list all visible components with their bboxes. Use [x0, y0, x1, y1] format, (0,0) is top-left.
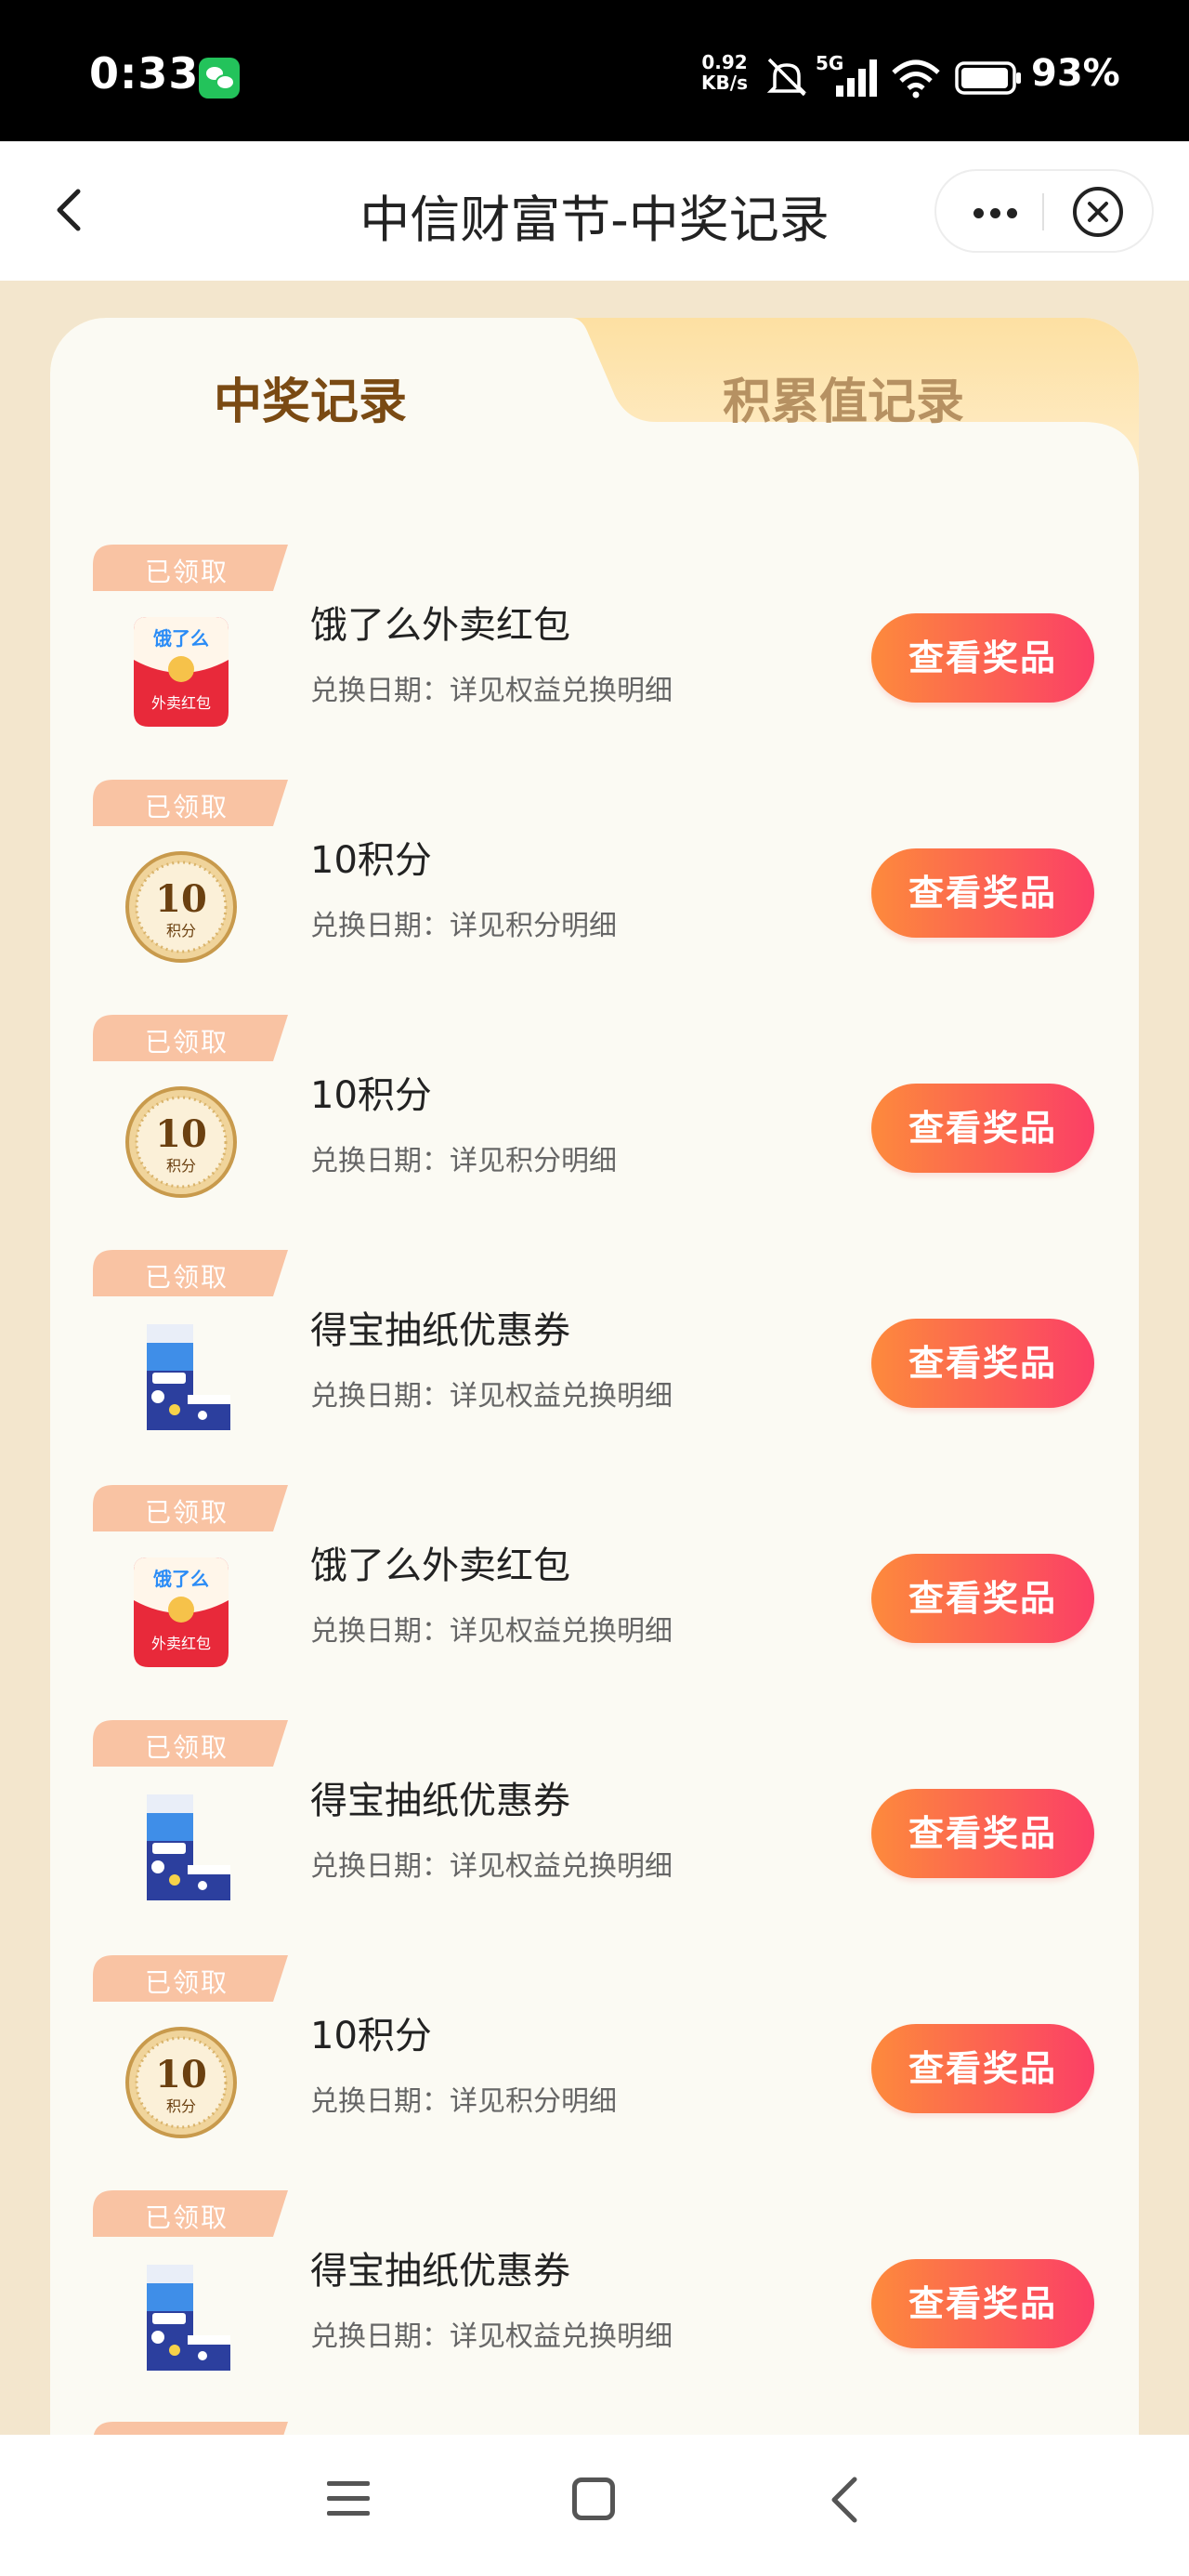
- close-mini-program-button[interactable]: [1070, 184, 1126, 240]
- recent-apps-menu-icon[interactable]: [327, 2477, 370, 2520]
- claimed-badge-label: 已领取: [145, 1967, 229, 1998]
- battery-icon: [955, 61, 1021, 95]
- more-dot-icon: [990, 208, 1000, 218]
- item-title: 10积分: [310, 2015, 432, 2057]
- view-prize-button[interactable]: 查看奖品: [871, 2024, 1094, 2113]
- item-title: 10积分: [310, 1074, 432, 1117]
- view-prize-button[interactable]: 查看奖品: [871, 2259, 1094, 2348]
- claimed-badge: 已领取: [93, 1720, 288, 1767]
- network-speed-value: 0.92: [701, 51, 748, 73]
- claimed-badge-label: 已领取: [145, 1027, 229, 1058]
- list-item: 已领取 饿了么 外卖红包 饿了么外卖红包 兑换日期：详见权益兑换明细 查看奖品: [93, 545, 1115, 780]
- tissue-pack-icon: [147, 1794, 230, 1900]
- claimed-badge: 已领取: [93, 2190, 288, 2237]
- claimed-badge: 已领取: [93, 1485, 288, 1531]
- eleme-redpacket-icon: 饿了么 外卖红包: [134, 617, 229, 727]
- points-coin-icon: 10 积分: [125, 2027, 237, 2138]
- item-subtitle: 兑换日期：详见积分明细: [310, 1145, 617, 1177]
- tab-winning-records[interactable]: 中奖记录: [214, 362, 407, 432]
- coin-caption: 积分: [166, 1157, 196, 1175]
- points-coin-icon: 10 积分: [125, 1086, 237, 1198]
- view-prize-button[interactable]: 查看奖品: [871, 613, 1094, 703]
- view-prize-button[interactable]: 查看奖品: [871, 1554, 1094, 1643]
- list-item: 已领取 10 积分 10积分 兑换日期：详见积分明细 查看奖品: [93, 780, 1115, 1015]
- coin-value: 10: [155, 1112, 207, 1156]
- item-subtitle: 兑换日期：详见权益兑换明细: [310, 2320, 673, 2353]
- claimed-badge-label: 已领取: [145, 792, 229, 822]
- item-title: 得宝抽纸优惠券: [310, 2250, 570, 2293]
- coin-value: 10: [155, 2053, 207, 2096]
- page-title: 中信财富节-中奖记录: [359, 191, 830, 249]
- view-prize-button[interactable]: 查看奖品: [871, 1319, 1094, 1408]
- tissue-pack-icon: [147, 1324, 230, 1430]
- system-navigation-bar: [0, 2435, 1189, 2576]
- item-title: 得宝抽纸优惠券: [310, 1780, 570, 1822]
- nav-back-icon[interactable]: [821, 2474, 868, 2526]
- battery-percentage: 93%: [1031, 52, 1120, 95]
- more-dot-icon: [1007, 208, 1017, 218]
- claimed-badge-label: 已领取: [145, 1732, 229, 1763]
- item-subtitle: 兑换日期：详见权益兑换明细: [310, 675, 673, 707]
- mini-program-capsule: [934, 169, 1154, 253]
- item-subtitle: 兑换日期：详见积分明细: [310, 2085, 617, 2118]
- item-title: 得宝抽纸优惠券: [310, 1309, 570, 1352]
- item-title: 10积分: [310, 839, 432, 882]
- item-subtitle: 兑换日期：详见积分明细: [310, 910, 617, 942]
- redpacket-caption: 外卖红包: [151, 694, 211, 712]
- claimed-badge: 已领取: [93, 1250, 288, 1296]
- more-dot-icon: [973, 208, 984, 218]
- mute-bell-icon: [766, 58, 807, 97]
- status-bar: 0:33 0.92 KB/s 5G 93%: [0, 0, 1189, 141]
- back-button[interactable]: [45, 184, 97, 236]
- tab-accumulated-records[interactable]: 积累值记录: [723, 362, 964, 432]
- claimed-badge: 已领取: [93, 780, 288, 826]
- eleme-logo-text: 饿了么: [152, 627, 209, 650]
- item-subtitle: 兑换日期：详见权益兑换明细: [310, 1380, 673, 1413]
- coin-caption: 积分: [166, 2097, 196, 2115]
- view-prize-button[interactable]: 查看奖品: [871, 848, 1094, 938]
- claimed-badge: 已领取: [93, 1015, 288, 1061]
- eleme-redpacket-icon: 饿了么 外卖红包: [134, 1557, 229, 1667]
- records-card: 中奖记录 积累值记录 已领取 饿了么 外卖红包 饿了么外卖红包 兑换日期：详见权…: [50, 318, 1139, 2483]
- capsule-divider: [1042, 193, 1044, 230]
- list-item: 已领取 得宝抽纸优惠券 兑换日期：详见权益兑换明细 查看奖品: [93, 1250, 1115, 1485]
- list-item: 已领取 得宝抽纸优惠券 兑换日期：详见权益兑换明细 查看奖品: [93, 2190, 1115, 2425]
- list-item: 已领取 10 积分 10积分 兑换日期：详见积分明细 查看奖品: [93, 1955, 1115, 2190]
- claimed-badge-label: 已领取: [145, 1497, 229, 1528]
- list-item: 已领取 饿了么 外卖红包 饿了么外卖红包 兑换日期：详见权益兑换明细 查看奖品: [93, 1485, 1115, 1720]
- list-item: 已领取 得宝抽纸优惠券 兑换日期：详见权益兑换明细 查看奖品: [93, 1720, 1115, 1955]
- wifi-icon: [892, 59, 940, 99]
- claimed-badge: 已领取: [93, 1955, 288, 2002]
- eleme-logo-text: 饿了么: [152, 1568, 209, 1590]
- item-subtitle: 兑换日期：详见权益兑换明细: [310, 1615, 673, 1648]
- app-header: 中信财富节-中奖记录: [0, 141, 1189, 281]
- tissue-pack-icon: [147, 2265, 230, 2371]
- more-options-button[interactable]: [953, 180, 1037, 242]
- wechat-notification-icon: [199, 58, 240, 99]
- coin-caption: 积分: [166, 922, 196, 940]
- view-prize-button[interactable]: 查看奖品: [871, 1084, 1094, 1173]
- item-title: 饿了么外卖红包: [310, 604, 570, 647]
- claimed-badge: 已领取: [93, 545, 288, 591]
- network-speed-unit: KB/s: [701, 72, 748, 94]
- status-time: 0:33: [89, 48, 200, 99]
- redpacket-caption: 外卖红包: [151, 1635, 211, 1652]
- list-item: 已领取 10 积分 10积分 兑换日期：详见积分明细 查看奖品: [93, 1015, 1115, 1250]
- claimed-badge-label: 已领取: [145, 2202, 229, 2233]
- points-coin-icon: 10 积分: [125, 851, 237, 963]
- cellular-signal-icon: [836, 59, 877, 97]
- network-speed: 0.92 KB/s: [697, 52, 752, 93]
- item-title: 饿了么外卖红包: [310, 1544, 570, 1587]
- claimed-badge-label: 已领取: [145, 557, 229, 587]
- coin-value: 10: [155, 877, 207, 921]
- item-subtitle: 兑换日期：详见权益兑换明细: [310, 1850, 673, 1883]
- home-square-icon[interactable]: [572, 2477, 615, 2520]
- view-prize-button[interactable]: 查看奖品: [871, 1789, 1094, 1878]
- claimed-badge-label: 已领取: [145, 1262, 229, 1293]
